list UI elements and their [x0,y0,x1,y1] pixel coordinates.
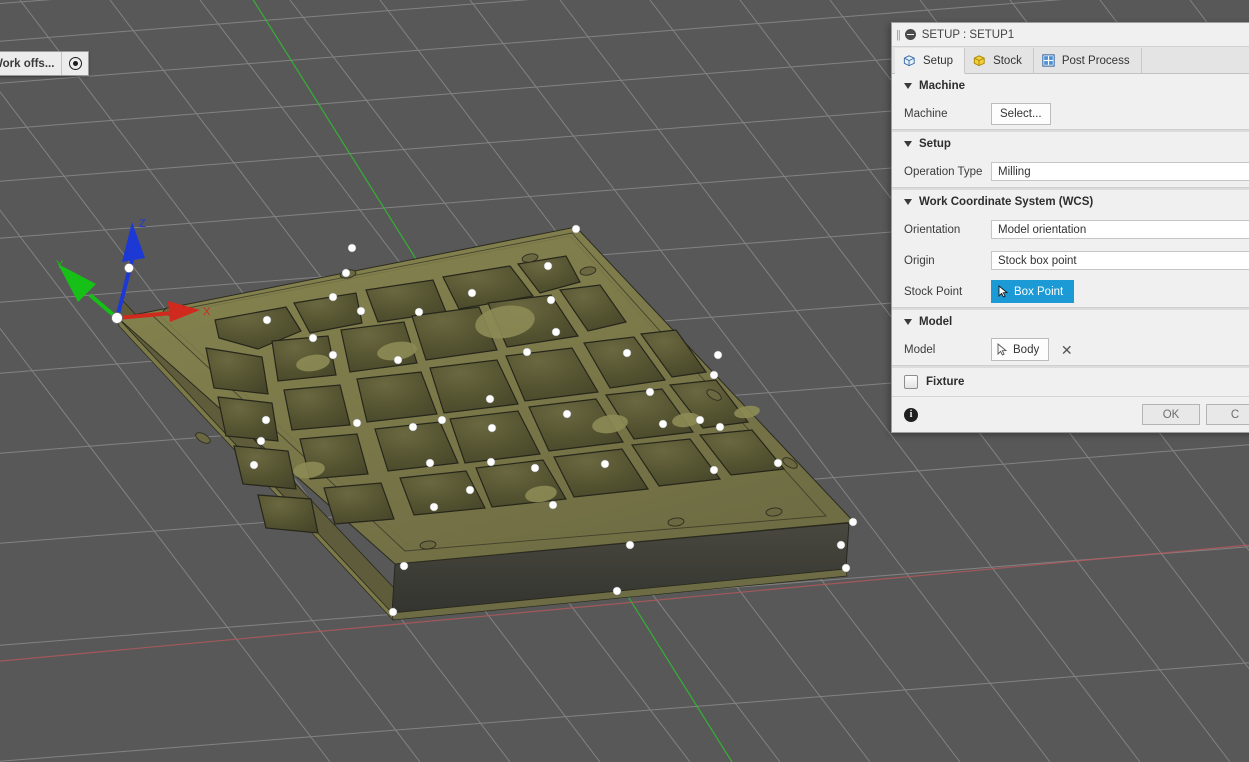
dialog-title-bar[interactable]: || SETUP : SETUP1 [892,23,1249,47]
row-model: Model Body ✕ [892,334,1249,365]
origin-select[interactable]: Stock box point [991,251,1249,270]
stock-point-button-label: Box Point [1014,285,1064,298]
fixture-checkbox[interactable] [904,375,918,389]
operation-type-select[interactable]: Milling [991,162,1249,181]
gcode-g1g2-icon [1041,53,1056,68]
section-setup-title: Setup [919,138,951,150]
tab-stock-label: Stock [993,54,1022,67]
triad-origin [111,312,123,324]
row-orientation: Orientation Model orientation [892,214,1249,245]
triad-label-x: X [203,306,211,318]
section-header-wcs[interactable]: Work Coordinate System (WCS) [892,190,1249,214]
section-header-setup[interactable]: Setup [892,132,1249,156]
work-offsets-chip[interactable]: Work offs... [0,51,90,76]
chevron-down-icon [904,199,912,205]
orientation-select[interactable]: Model orientation [991,220,1249,239]
model-body-button[interactable]: Body [991,338,1050,361]
cancel-button[interactable]: C [1206,404,1249,425]
machine-select-button[interactable]: Select... [991,102,1051,125]
tab-post-process-label: Post Process [1061,54,1130,67]
fixture-label: Fixture [926,376,965,388]
chevron-down-icon [904,319,912,325]
ok-button[interactable]: OK [1142,404,1200,425]
row-stock-point: Stock Point Box Point [892,276,1249,307]
close-x-icon[interactable]: ✕ [1059,343,1074,357]
triad-label-y: Y [56,259,64,271]
row-machine: Machine Select... [892,98,1249,129]
section-model-title: Model [919,316,953,328]
model-label: Model [904,343,936,356]
tab-post-process[interactable]: Post Process [1033,48,1142,73]
setup-dialog[interactable]: || SETUP : SETUP1 Setup Stock Post Proce… [891,22,1249,433]
collapse-minus-icon[interactable] [904,29,916,40]
section-wcs-title: Work Coordinate System (WCS) [919,196,1094,208]
section-header-machine[interactable]: Machine [892,74,1249,98]
chevron-down-icon [904,83,912,89]
work-offsets-toggle-button[interactable] [61,52,89,75]
row-origin: Origin Stock box point [892,245,1249,276]
dialog-footer: i OK C [892,396,1249,432]
origin-label: Origin [904,254,935,267]
tab-stock[interactable]: Stock [965,48,1034,73]
work-offsets-label: Work offs... [0,52,62,75]
tab-setup[interactable]: Setup [895,48,966,74]
tab-setup-label: Setup [923,54,954,67]
target-icon [68,57,82,70]
info-icon[interactable]: i [904,407,918,422]
fixture-checkbox-row[interactable]: Fixture [892,368,1249,396]
orientation-label: Orientation [904,223,961,236]
wcs-triad: Z Y X [56,218,211,324]
stock-point-box-point-button[interactable]: Box Point [991,280,1075,303]
section-header-model[interactable]: Model [892,310,1249,334]
row-operation-type: Operation Type Milling [892,156,1249,187]
triad-label-z: Z [139,218,146,230]
chevron-down-icon [904,141,912,147]
dialog-tabs[interactable]: Setup Stock Post Process [892,47,1249,74]
stock-point-label: Stock Point [904,285,963,298]
cursor-arrow-icon [998,285,1009,298]
app-root: Z Y X Work offs... [0,0,1249,762]
dialog-title-text: SETUP : SETUP1 [921,28,1015,41]
grip-icon: || [896,28,901,41]
setup-cube-icon [902,53,917,68]
operation-type-label: Operation Type [904,165,983,178]
model-body-label: Body [1013,343,1040,356]
stock-cube-icon [972,53,987,68]
machine-label: Machine [904,107,948,120]
section-machine-title: Machine [919,80,966,92]
cursor-arrow-icon [997,343,1008,356]
